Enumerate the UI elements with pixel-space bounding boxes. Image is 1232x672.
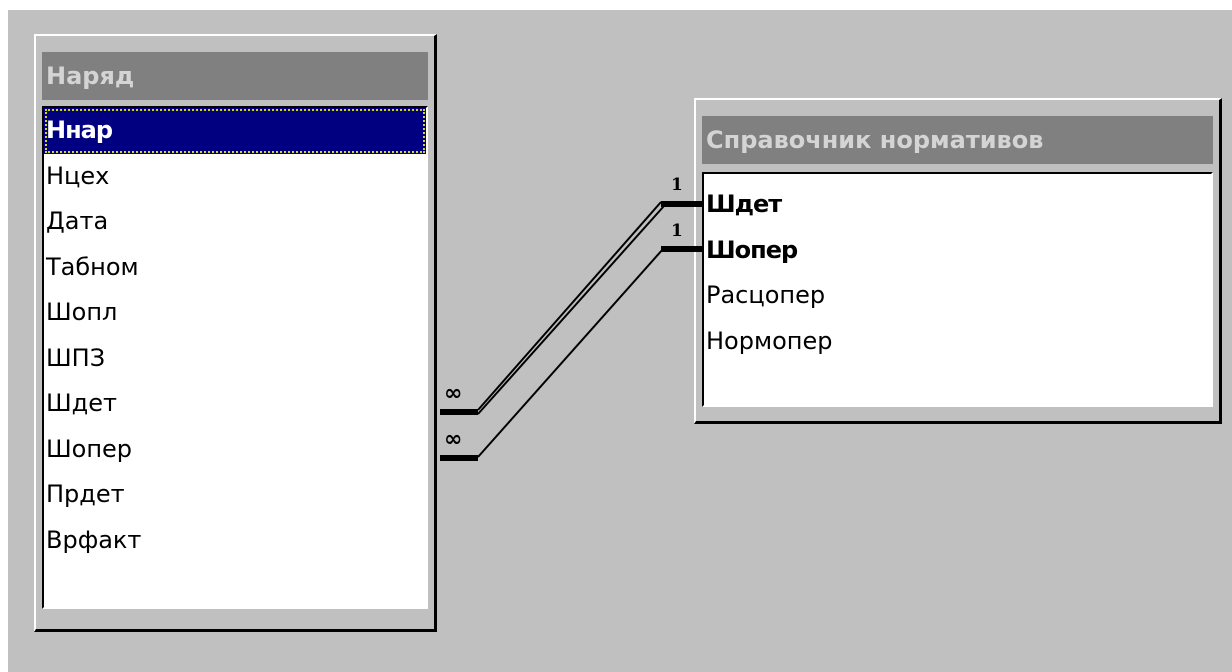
field-item[interactable]: Нцех — [44, 154, 426, 200]
field-item[interactable]: Ннар — [44, 108, 426, 154]
field-item[interactable]: Нормопер — [704, 319, 1211, 365]
field-item[interactable]: Шопер — [704, 228, 1211, 274]
field-list[interactable]: Шдет Шопер Расцопер Нормопер — [702, 172, 1213, 407]
field-item[interactable]: Расцопер — [704, 273, 1211, 319]
field-item[interactable]: Шопл — [44, 290, 426, 336]
table-title-bar[interactable]: Справочник нормативов — [702, 116, 1213, 164]
table-window-spravochnik-normativov[interactable]: Справочник нормативов Шдет Шопер Расцопер Н… — [694, 98, 1222, 424]
field-item[interactable]: Шопер — [44, 427, 426, 473]
field-item[interactable]: Дата — [44, 199, 426, 245]
field-item[interactable]: Прдет — [44, 472, 426, 518]
table-window-naryad[interactable]: Наряд Ннар Нцех Дата Табном Шопл ШПЗ Шдет Шопер… — [34, 34, 437, 632]
field-list[interactable]: Ннар Нцех Дата Табном Шопл ШПЗ Шдет Шопер Прдет В… — [42, 106, 428, 609]
field-item[interactable]: ШПЗ — [44, 336, 426, 382]
field-item[interactable]: Шдет — [704, 182, 1211, 228]
field-item[interactable]: Врфакт — [44, 518, 426, 564]
table-title-bar[interactable]: Наряд — [42, 52, 428, 100]
field-item[interactable]: Табном — [44, 245, 426, 291]
field-item[interactable]: Шдет — [44, 381, 426, 427]
